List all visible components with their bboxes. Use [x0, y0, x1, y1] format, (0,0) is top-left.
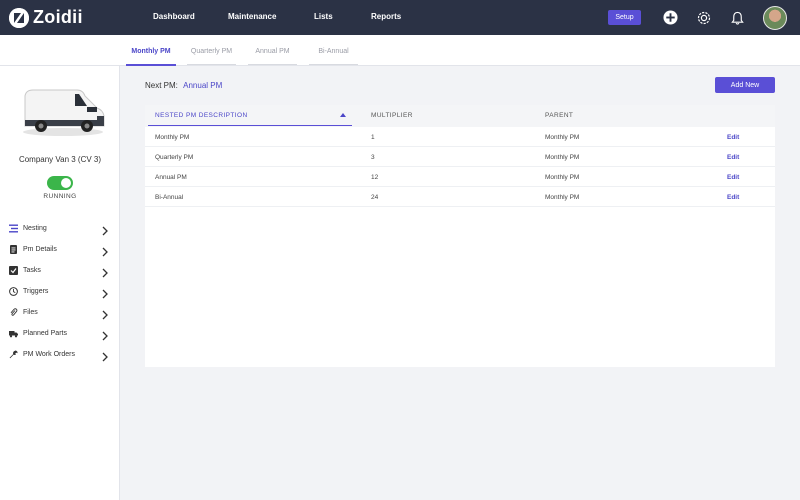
sidebar-item-label: Pm Details [23, 245, 57, 253]
cell-multiplier: 12 [371, 174, 379, 181]
next-pm-value[interactable]: Annual PM [183, 81, 222, 90]
sidebar-item-nesting[interactable]: Nesting [0, 218, 120, 238]
chevron-right-icon [101, 307, 109, 320]
logo-text: Zoidii [33, 7, 83, 27]
document-icon [9, 244, 18, 254]
chevron-right-icon [101, 328, 109, 341]
cell-multiplier: 1 [371, 134, 375, 141]
chevron-right-icon [101, 286, 109, 299]
sidebar-item-tasks[interactable]: Tasks [0, 260, 120, 280]
sorted-column-indicator [148, 125, 352, 126]
sidebar-item-planned-parts[interactable]: Planned Parts [0, 323, 120, 343]
pm-tabs-bar: Monthly PM Quarterly PM Annual PM Bi-Ann… [0, 35, 800, 66]
vehicle-image [17, 82, 109, 138]
table-row: Bi-Annual 24 Monthly PM Edit [145, 187, 775, 207]
chevron-right-icon [101, 265, 109, 278]
tab-annual-pm[interactable]: Annual PM [248, 48, 297, 66]
add-circle-icon[interactable] [662, 9, 679, 26]
chevron-right-icon [101, 223, 109, 236]
tab-bi-annual[interactable]: Bi-Annual [309, 48, 358, 66]
next-pm-label: Next PM: [145, 81, 178, 90]
edit-link[interactable]: Edit [727, 174, 739, 181]
checkbox-icon [9, 265, 18, 275]
cell-description: Bi-Annual [155, 194, 184, 201]
table-row: Quarterly PM 3 Monthly PM Edit [145, 147, 775, 167]
edit-link[interactable]: Edit [727, 194, 739, 201]
sidebar-item-triggers[interactable]: Triggers [0, 281, 120, 301]
nav-reports[interactable]: Reports [371, 12, 401, 21]
table-row: Annual PM 12 Monthly PM Edit [145, 167, 775, 187]
running-status-label: RUNNING [43, 193, 77, 200]
user-avatar[interactable] [763, 6, 787, 30]
chevron-right-icon [101, 349, 109, 362]
sidebar-item-label: Planned Parts [23, 329, 67, 337]
column-header-multiplier[interactable]: MULTIPLIER [371, 112, 413, 119]
sidebar-item-label: PM Work Orders [23, 350, 75, 358]
sidebar-item-label: Triggers [23, 287, 49, 295]
cell-parent: Monthly PM [545, 194, 580, 201]
nav-maintenance[interactable]: Maintenance [228, 12, 276, 21]
tab-quarterly-pm[interactable]: Quarterly PM [187, 48, 236, 66]
chevron-right-icon [101, 244, 109, 257]
table-header: NESTED PM DESCRIPTION MULTIPLIER PARENT [145, 105, 775, 127]
setup-button[interactable]: Setup [608, 10, 641, 25]
add-new-button[interactable]: Add New [715, 77, 775, 93]
sort-ascending-icon[interactable] [340, 113, 346, 117]
tab-monthly-pm[interactable]: Monthly PM [126, 48, 176, 66]
notification-bell-icon[interactable] [729, 9, 746, 26]
cell-parent: Monthly PM [545, 174, 580, 181]
next-pm-info: Next PM: Annual PM [145, 81, 222, 90]
app-logo[interactable]: Zoidii [9, 7, 83, 28]
sidebar-item-label: Nesting [23, 224, 47, 232]
nav-lists[interactable]: Lists [314, 12, 333, 21]
edit-link[interactable]: Edit [727, 154, 739, 161]
vehicle-name: Company Van 3 (CV 3) [18, 155, 102, 164]
nav-dashboard[interactable]: Dashboard [153, 12, 195, 21]
zoidii-logo-icon [9, 7, 29, 28]
settings-gear-icon[interactable] [695, 9, 712, 26]
top-navigation-bar: Zoidii Dashboard Maintenance Lists Repor… [0, 0, 800, 35]
vehicle-sidebar: Company Van 3 (CV 3) RUNNING Nesting Pm … [0, 66, 120, 500]
cell-description: Quarterly PM [155, 154, 194, 161]
cell-parent: Monthly PM [545, 154, 580, 161]
wrench-icon [9, 350, 18, 359]
nesting-icon [9, 224, 18, 233]
sidebar-item-label: Tasks [23, 266, 41, 274]
running-status-toggle[interactable] [47, 176, 73, 190]
cell-description: Monthly PM [155, 134, 190, 141]
table-row: Monthly PM 1 Monthly PM Edit [145, 127, 775, 147]
truck-icon [9, 329, 18, 338]
cell-multiplier: 3 [371, 154, 375, 161]
sidebar-item-pm-details[interactable]: Pm Details [0, 239, 120, 259]
cell-description: Annual PM [155, 174, 187, 181]
column-header-parent[interactable]: PARENT [545, 112, 573, 119]
sidebar-item-label: Files [23, 308, 38, 316]
sidebar-item-pm-work-orders[interactable]: PM Work Orders [0, 344, 120, 364]
cell-multiplier: 24 [371, 194, 379, 201]
cell-parent: Monthly PM [545, 134, 580, 141]
sidebar-item-files[interactable]: Files [0, 302, 120, 322]
clock-icon [9, 286, 18, 296]
column-header-description[interactable]: NESTED PM DESCRIPTION [155, 112, 248, 119]
edit-link[interactable]: Edit [727, 134, 739, 141]
nested-pm-table: NESTED PM DESCRIPTION MULTIPLIER PARENT … [145, 105, 775, 367]
paperclip-icon [9, 307, 18, 317]
